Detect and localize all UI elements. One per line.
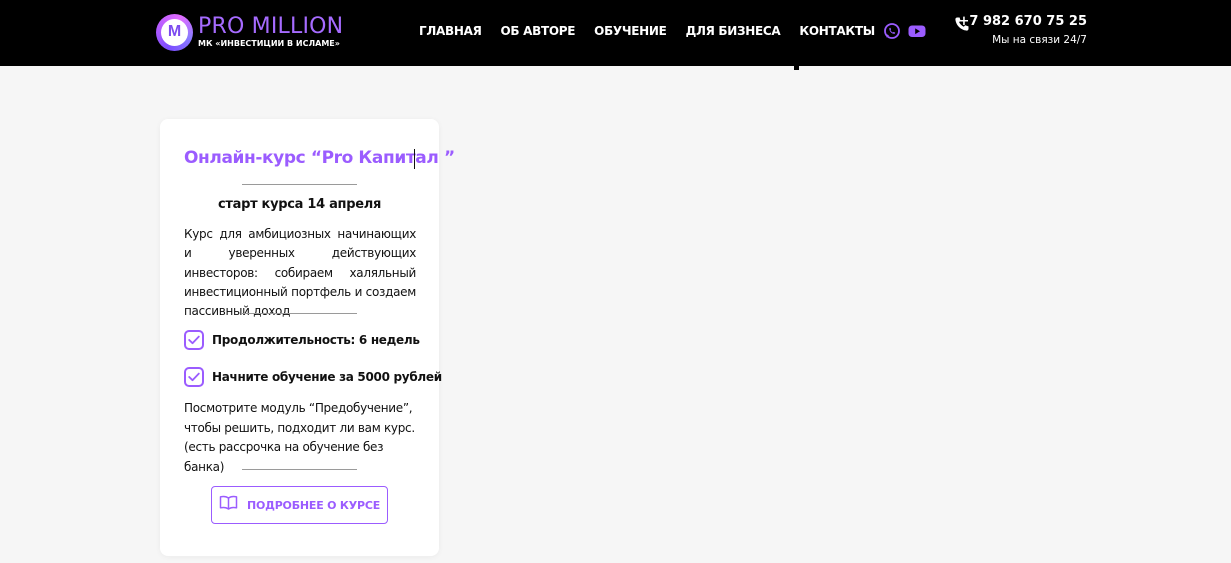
divider <box>242 184 357 185</box>
book-icon <box>219 495 238 515</box>
divider <box>242 313 357 314</box>
checkmark-icon <box>184 330 204 350</box>
phone-number-link[interactable]: +7 982 670 75 25 <box>959 14 1088 29</box>
divider <box>242 469 357 470</box>
logo-mark-icon: M <box>156 13 193 51</box>
course-start-date: старт курса 14 апреля <box>217 197 382 212</box>
checkmark-icon <box>184 367 204 387</box>
logo-subtitle: МК «ИНВЕСТИЦИИ В ИСЛАМЕ» <box>198 39 340 48</box>
social-links <box>883 22 926 40</box>
course-description: Курс для амбициозных начинающих и уверен… <box>184 227 416 319</box>
feature-duration: Продолжительность: 6 недель <box>212 333 420 347</box>
feature-item: Начните обучение за 5000 рублей <box>184 367 442 387</box>
course-details-label: ПОДРОБНЕЕ О КУРСЕ <box>246 498 381 512</box>
youtube-icon[interactable] <box>908 22 926 40</box>
site-header: M PRO MILLION МК «ИНВЕСТИЦИИ В ИСЛАМЕ» Г… <box>0 0 1231 66</box>
nav-item-about-author[interactable]: ОБ АВТОРЕ <box>501 23 576 39</box>
main-nav: ГЛАВНАЯ ОБ АВТОРЕ ОБУЧЕНИЕ ДЛЯ БИЗНЕСА К… <box>419 23 894 39</box>
logo-title: PRO MILLION <box>198 14 344 39</box>
feature-price: Начните обучение за 5000 рублей <box>212 370 442 384</box>
phone-availability: Мы на связи 24/7 <box>992 34 1087 46</box>
feature-item: Продолжительность: 6 недель <box>184 330 420 350</box>
logo[interactable]: M PRO MILLION МК «ИНВЕСТИЦИИ В ИСЛАМЕ» <box>156 12 346 52</box>
course-card: Онлайн-курс “Pro Капитал ” старт курса 1… <box>160 119 455 556</box>
course-details-button[interactable]: ПОДРОБНЕЕ О КУРСЕ <box>211 486 388 524</box>
nav-item-business[interactable]: ДЛЯ БИЗНЕСА <box>686 23 781 39</box>
course-note: Посмотрите модуль “Предобучение”, чтобы … <box>184 401 415 474</box>
logo-text: PRO MILLION МК «ИНВЕСТИЦИИ В ИСЛАМЕ» <box>198 16 343 48</box>
text-cursor <box>414 149 415 169</box>
nav-item-contacts[interactable]: КОНТАКТЫ <box>799 23 875 39</box>
logo-mark-letter: M <box>161 18 188 46</box>
nav-item-education[interactable]: ОБУЧЕНИЕ <box>594 23 667 39</box>
whatsapp-icon[interactable] <box>883 22 901 40</box>
nav-item-home[interactable]: ГЛАВНАЯ <box>419 23 482 39</box>
